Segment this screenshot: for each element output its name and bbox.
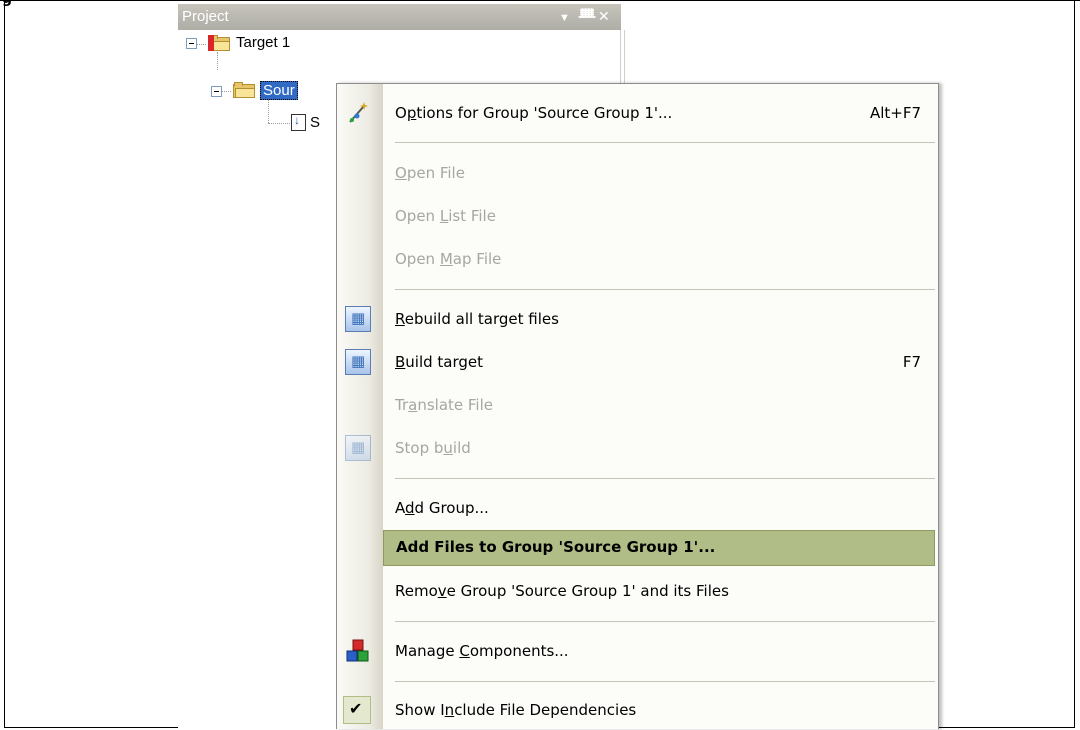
menu-item-label: Options for Group 'Source Group 1'...: [395, 104, 673, 122]
target-folder-icon: [208, 35, 230, 51]
menu-item-add-files-to-group[interactable]: Add Files to Group 'Source Group 1'...: [383, 530, 935, 566]
tree-line: [197, 44, 206, 45]
context-menu: Options for Group 'Source Group 1'... Al…: [336, 83, 939, 729]
menu-item-label: Build target: [395, 353, 484, 371]
menu-item-open-list-file[interactable]: Open List File: [337, 199, 938, 235]
menu-item-label: Show Include File Dependencies: [395, 701, 637, 719]
tree-node-target[interactable]: Target 1: [236, 34, 290, 51]
menu-item-label: Stop build: [395, 439, 471, 457]
menu-item-shortcut: Alt+F7: [869, 104, 921, 122]
menu-item-options-for-group[interactable]: Options for Group 'Source Group 1'... Al…: [337, 96, 938, 132]
menu-item-label: Remove Group 'Source Group 1' and its Fi…: [395, 582, 729, 600]
tree-line: [268, 123, 290, 124]
dropdown-icon[interactable]: ▼: [559, 9, 570, 27]
menu-item-add-group[interactable]: Add Group...: [337, 491, 938, 527]
project-panel-title: Project: [182, 8, 229, 25]
group-folder-icon: [233, 82, 255, 98]
menu-separator: [395, 478, 935, 479]
menu-item-stop-build[interactable]: Stop build: [337, 431, 938, 467]
manage-components-icon: [346, 639, 369, 662]
menu-separator: [395, 142, 935, 143]
tree-node-file[interactable]: S: [310, 114, 320, 131]
stop-build-icon: [345, 435, 371, 461]
menu-item-label: Add Files to Group 'Source Group 1'...: [396, 538, 716, 556]
menu-item-show-include-deps[interactable]: ✔ Show Include File Dependencies: [337, 693, 938, 729]
collapse-group-toggle[interactable]: [211, 86, 222, 97]
menu-item-label: Add Group...: [395, 499, 489, 517]
close-icon[interactable]: ✕: [598, 7, 610, 25]
menu-item-label: Open Map File: [395, 250, 502, 268]
menu-item-label: Open File: [395, 164, 465, 182]
build-icon: [345, 349, 371, 375]
menu-item-rebuild-all[interactable]: Rebuild all target files: [337, 302, 938, 338]
menu-item-shortcut: F7: [902, 353, 921, 371]
menu-item-translate-file[interactable]: Translate File: [337, 388, 938, 424]
panel-edge: [620, 30, 625, 90]
menu-separator: [395, 289, 935, 290]
tree-node-source-group[interactable]: Sour: [260, 81, 298, 100]
figure-label-fragment: g: [0, 0, 11, 6]
rebuild-icon: [345, 306, 371, 332]
options-wand-icon: [349, 102, 368, 123]
menu-item-build-target[interactable]: Build target F7: [337, 345, 938, 381]
tree-line: [222, 91, 231, 92]
menu-item-open-file[interactable]: Open File: [337, 156, 938, 192]
tree-line: [217, 52, 218, 70]
menu-separator: [395, 681, 935, 682]
checkmark-icon: ✔: [349, 699, 363, 718]
menu-item-label: Rebuild all target files: [395, 310, 559, 328]
collapse-target-toggle[interactable]: [186, 38, 197, 49]
menu-item-manage-components[interactable]: Manage Components...: [337, 634, 938, 670]
menu-item-label: Translate File: [395, 396, 493, 414]
menu-separator: [395, 621, 935, 622]
menu-item-open-map-file[interactable]: Open Map File: [337, 242, 938, 278]
menu-item-label: Manage Components...: [395, 642, 569, 660]
menu-item-label: Open List File: [395, 207, 496, 225]
project-panel-titlebar: Project ▼ ᚙ ✕: [178, 4, 621, 30]
source-file-icon: [291, 113, 306, 131]
pin-icon[interactable]: ᚙ: [579, 7, 595, 25]
tree-line: [268, 100, 269, 123]
menu-item-remove-group[interactable]: Remove Group 'Source Group 1' and its Fi…: [337, 574, 938, 610]
